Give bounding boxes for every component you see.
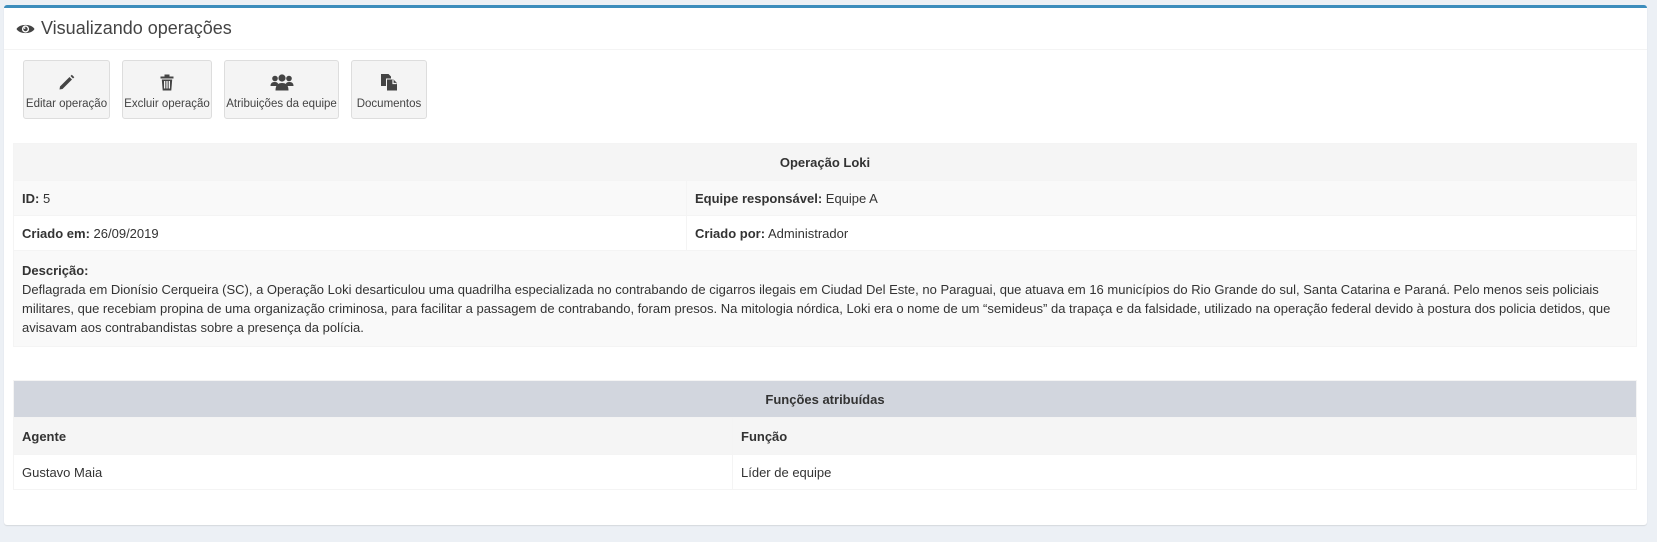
team-value: Equipe A (825, 190, 878, 206)
detail-row: Criado em: 26/09/2019 Criado por: Admini… (13, 215, 1637, 251)
team-assignments-button[interactable]: Atribuições da equipe (224, 60, 339, 119)
trash-icon (160, 72, 174, 92)
edit-operation-label: Editar operação (25, 98, 108, 110)
created-at-cell: Criado em: 26/09/2019 (13, 215, 687, 251)
team-label: Equipe responsável: (695, 190, 823, 206)
operation-details-table: Operação Loki ID: 5 Equipe responsável: … (13, 143, 1637, 347)
created-by-value: Administrador (767, 225, 849, 241)
team-assignments-label: Atribuições da equipe (226, 98, 337, 110)
role-cell: Líder de equipe (732, 454, 1637, 490)
documents-label: Documentos (356, 98, 422, 110)
description-label: Descrição: (22, 263, 89, 278)
id-cell: ID: 5 (13, 180, 687, 216)
page-title: Visualizando operações (41, 18, 232, 38)
created-by-label: Criado por: (695, 225, 766, 241)
team-cell: Equipe responsável: Equipe A (686, 180, 1637, 216)
created-at-label: Criado em: (22, 225, 90, 241)
delete-operation-label: Excluir operação (124, 98, 210, 110)
id-value: 5 (42, 190, 51, 206)
delete-operation-button[interactable]: Excluir operação (122, 60, 212, 119)
id-label: ID: (22, 190, 40, 206)
description-cell: Descrição: Deflagrada em Dionísio Cerque… (13, 250, 1637, 347)
agent-cell: Gustavo Maia (13, 454, 733, 490)
documents-icon (380, 72, 398, 92)
column-header-role: Função (732, 417, 1637, 455)
operation-view-panel: Visualizando operações Editar operação E… (4, 5, 1647, 525)
operation-title: Operação Loki (13, 143, 1637, 181)
operation-title-row: Operação Loki (13, 143, 1637, 181)
assigned-roles-table: Funções atribuídas Agente Função Gustavo… (13, 380, 1637, 490)
panel-header: Visualizando operações (4, 8, 1647, 50)
assigned-roles-title: Funções atribuídas (13, 380, 1637, 418)
description-row: Descrição: Deflagrada em Dionísio Cerque… (13, 250, 1637, 347)
documents-button[interactable]: Documentos (351, 60, 427, 119)
table-header-row: Agente Função (13, 417, 1637, 455)
action-toolbar: Editar operação Excluir operação Atribui… (23, 60, 439, 119)
eye-icon (16, 22, 35, 36)
assigned-roles-title-row: Funções atribuídas (13, 380, 1637, 418)
created-by-cell: Criado por: Administrador (686, 215, 1637, 251)
description-text: Deflagrada em Dionísio Cerqueira (SC), a… (22, 282, 1611, 335)
created-at-value: 26/09/2019 (93, 225, 159, 241)
table-row: Gustavo Maia Líder de equipe (13, 454, 1637, 490)
detail-row: ID: 5 Equipe responsável: Equipe A (13, 180, 1637, 216)
column-header-agent: Agente (13, 417, 733, 455)
users-icon (270, 72, 294, 92)
pencil-icon (58, 72, 75, 92)
edit-operation-button[interactable]: Editar operação (23, 60, 110, 119)
